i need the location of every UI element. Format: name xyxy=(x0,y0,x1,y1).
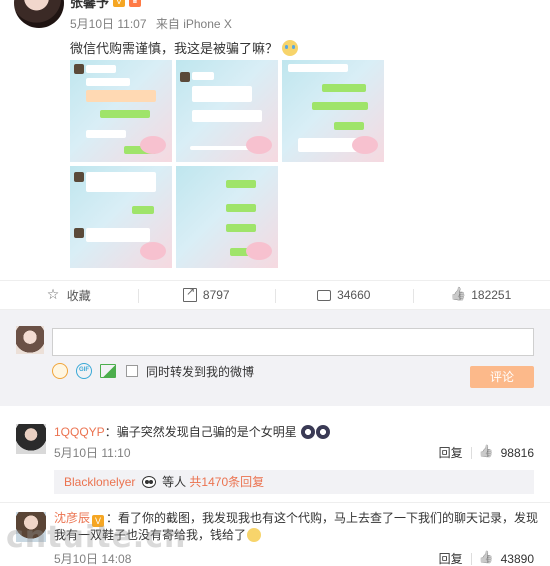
author-avatar[interactable] xyxy=(14,0,64,28)
comment-count: 34660 xyxy=(337,288,371,302)
post-header: 张馨予 V ♛ 5月10日 11:07 来自 iPhone X xyxy=(0,0,550,36)
comment-text: ：骗子突然发现自己骗的是个女明星 xyxy=(104,425,297,439)
commenter-avatar[interactable] xyxy=(16,424,46,454)
post-image-3[interactable] xyxy=(282,60,384,162)
reply-button[interactable]: 回复 xyxy=(439,444,463,461)
post-text: 微信代购需谨慎，我这是被骗了嘛？ xyxy=(70,38,299,57)
more-replies-link[interactable]: 共1470条回复 xyxy=(189,475,264,489)
shocked-emoji-icon xyxy=(316,425,331,439)
comment-content: 1QQQYP：骗子突然发现自己骗的是个女明星 xyxy=(54,424,540,441)
like-button[interactable]: 182251 xyxy=(412,281,550,309)
repost-count: 8797 xyxy=(202,288,230,302)
image-grid xyxy=(70,60,384,268)
crying-emoji-icon xyxy=(282,39,299,56)
comment-content: 沈彦辰 V ：看了你的截图，我发现我也有这个代购，马上去查了一下我们的聊天记录，发现… xyxy=(54,510,540,544)
reply-user[interactable]: Blacklonelyer xyxy=(64,475,135,489)
reply-summary[interactable]: Blacklonelyer 等人 共1470条回复 xyxy=(54,470,534,494)
thumb-up-icon[interactable] xyxy=(480,446,493,459)
sync-repost-label: 同时转发到我的微博 xyxy=(146,364,255,379)
post-date[interactable]: 5月10日 11:07 xyxy=(70,17,147,31)
post-image-1[interactable] xyxy=(70,60,172,162)
favorite-label: 收藏 xyxy=(66,288,91,303)
share-icon xyxy=(182,285,197,302)
from-label: 来自 xyxy=(155,17,180,31)
sync-repost-checkbox[interactable] xyxy=(126,365,138,377)
comment-like-count: 43890 xyxy=(500,551,534,566)
submit-comment-button[interactable]: 评论 xyxy=(470,366,534,388)
comment-time: 5月10日 11:10 xyxy=(54,446,131,460)
panda-emoji-icon xyxy=(141,476,156,488)
divider xyxy=(0,502,550,503)
current-user-avatar xyxy=(16,326,44,354)
comment-time: 5月10日 14:08 xyxy=(54,552,132,566)
repost-button[interactable]: 8797 xyxy=(137,281,276,309)
author-name[interactable]: 张馨予 xyxy=(70,0,109,11)
comment-button[interactable]: 34660 xyxy=(275,281,413,309)
image-upload-icon[interactable] xyxy=(100,364,116,378)
post-meta: 5月10日 11:07 来自 iPhone X xyxy=(70,15,232,32)
separator xyxy=(470,552,472,565)
comment-like-count: 98816 xyxy=(500,445,534,460)
post-image-4[interactable] xyxy=(70,166,172,268)
comment-actions: 回复 43890 xyxy=(439,550,534,566)
comment-text: ：看了你的截图，我发现我也有这个代购，马上去查了一下我们的聊天记录，发现我有一双… xyxy=(54,511,539,542)
commenter-name[interactable]: 沈彦辰 xyxy=(54,511,90,525)
verified-icon: V xyxy=(113,0,126,7)
comment-icon xyxy=(317,289,332,301)
author-row: 张馨予 V ♛ xyxy=(70,0,142,11)
favorite-button[interactable]: 收藏 xyxy=(0,281,138,309)
reply-button[interactable]: 回复 xyxy=(439,550,463,566)
laughing-emoji-icon xyxy=(247,528,262,542)
thumb-up-icon[interactable] xyxy=(480,552,493,565)
composer-tools: GIF 同时转发到我的微博 xyxy=(52,362,254,380)
vip-icon: ♛ xyxy=(129,0,142,7)
post-action-bar: 收藏 8797 34660 182251 xyxy=(0,280,550,310)
post-source: iPhone X xyxy=(183,17,232,31)
like-count: 182251 xyxy=(471,288,512,302)
post-text-body: 微信代购需谨慎，我这是被骗了嘛？ xyxy=(70,41,279,56)
emoji-icon[interactable] xyxy=(52,363,68,379)
commenter-avatar[interactable] xyxy=(16,512,46,542)
shocked-emoji-icon xyxy=(301,425,316,439)
commenter-name[interactable]: 1QQQYP xyxy=(54,425,105,439)
comment-actions: 回复 98816 xyxy=(439,444,534,461)
post-image-5[interactable] xyxy=(176,166,278,268)
post-image-2[interactable] xyxy=(176,60,278,162)
thumb-up-icon xyxy=(451,288,465,302)
verified-icon: V xyxy=(92,515,105,527)
star-icon xyxy=(47,286,61,303)
separator xyxy=(470,446,472,459)
reply-middle: 等人 xyxy=(162,475,187,489)
comment-composer: GIF 同时转发到我的微博 评论 xyxy=(0,310,550,406)
gif-icon[interactable]: GIF xyxy=(76,363,92,379)
comment-input[interactable] xyxy=(52,328,534,356)
